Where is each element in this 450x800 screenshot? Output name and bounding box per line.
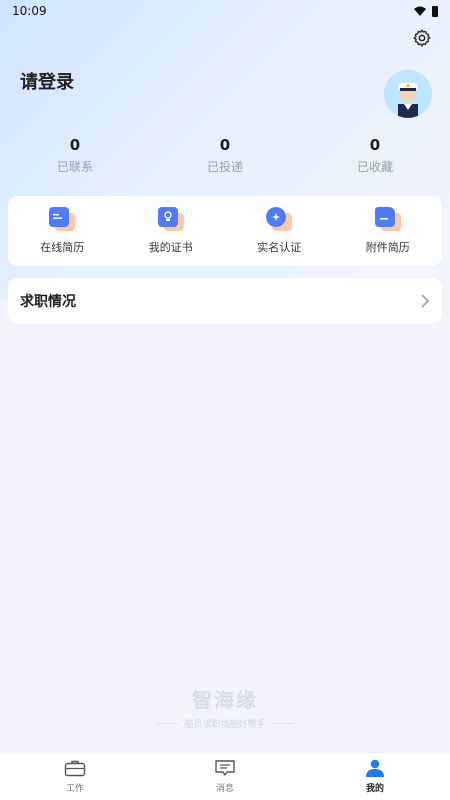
stat-contacted[interactable]: 0 已联系 [0,136,150,175]
tool-online-resume[interactable]: 在线简历 [8,196,117,266]
bottom-tab-bar: 工作 消息 我的 [0,752,450,800]
tool-my-certificate[interactable]: 我的证书 [117,196,226,266]
tool-label: 附件简历 [365,241,410,254]
tool-label: 在线简历 [40,241,85,254]
tab-label: 工作 [65,784,84,794]
message-icon [215,760,235,776]
watermark-subtitle: 船员求职找船好帮手 [184,720,266,730]
stat-favorited[interactable]: 0 已收藏 [300,136,450,175]
stat-label: 已收藏 [356,160,393,174]
avatar[interactable] [384,70,432,118]
chevron-right-icon [421,294,430,308]
status-icons [414,5,438,17]
tool-attachment-resume[interactable]: 附件简历 [334,196,443,266]
stat-value: 0 [369,136,381,154]
verify-icon [266,207,293,231]
battery-icon [432,5,438,17]
brand-watermark: 智海缘 船员求职找船好帮手 [0,684,450,730]
watermark-title: 智海缘 [192,688,258,712]
attachment-icon [374,207,401,231]
briefcase-icon [64,760,86,777]
status-bar: 10:09 [0,0,450,22]
stats-row: 0 已联系 0 已投递 0 已收藏 [0,136,450,175]
stat-label: 已投递 [206,160,243,174]
stat-delivered[interactable]: 0 已投递 [150,136,300,175]
tool-real-name-verify[interactable]: 实名认证 [225,196,334,266]
login-prompt[interactable]: 请登录 [20,68,74,94]
tab-messages[interactable]: 消息 [150,753,300,800]
job-status-row[interactable]: 求职情况 [8,278,442,324]
tools-card: 在线简历 我的证书 实名认证 附件简历 [8,196,442,266]
tab-label: 我的 [365,784,384,794]
tab-label: 消息 [215,784,234,794]
stat-value: 0 [69,136,81,154]
user-icon [366,759,384,777]
certificate-icon [157,207,184,231]
watermark-subtitle-row: 船员求职找船好帮手 [0,717,450,730]
captain-avatar-icon [384,70,432,118]
settings-gear-icon[interactable] [412,28,432,48]
tab-work[interactable]: 工作 [0,753,150,800]
stat-value: 0 [219,136,231,154]
wifi-icon [414,6,426,16]
status-time: 10:09 [12,4,47,18]
job-status-title: 求职情况 [20,294,76,310]
tab-mine[interactable]: 我的 [300,753,450,800]
tool-label: 我的证书 [148,241,193,254]
tool-label: 实名认证 [257,241,302,254]
resume-icon [49,207,76,231]
stat-label: 已联系 [56,160,93,174]
